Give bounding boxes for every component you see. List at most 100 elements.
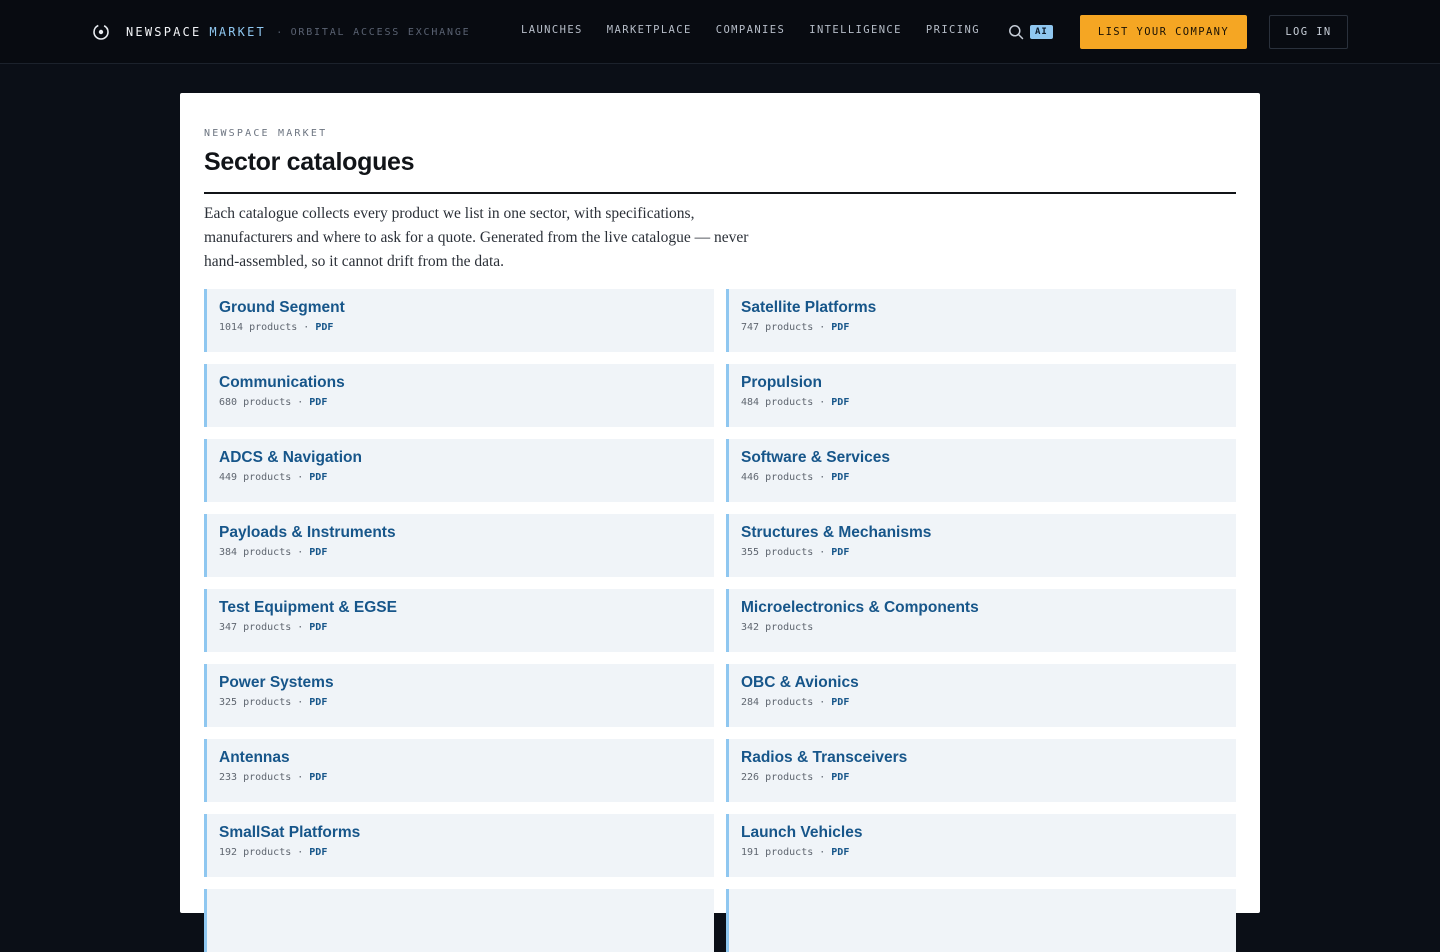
catalogue-meta: 192 products · PDF: [219, 847, 714, 858]
catalogue-title[interactable]: Power Systems: [219, 673, 714, 693]
main-nav: LAUNCHES MARKETPLACE COMPANIES INTELLIGE…: [521, 24, 1004, 36]
product-count: 1014 products: [219, 322, 298, 333]
nav-marketplace[interactable]: MARKETPLACE: [607, 24, 692, 36]
catalogue-card[interactable]: Communications 680 products · PDF: [204, 364, 714, 427]
catalogue-title[interactable]: Launch Vehicles: [741, 823, 1236, 843]
product-count: 342 products: [741, 622, 814, 633]
catalogue-title[interactable]: Ground Segment: [219, 298, 714, 318]
catalogue-meta: 347 products · PDF: [219, 622, 714, 633]
intro-text: Each catalogue collects every product we…: [204, 205, 749, 270]
pdf-link[interactable]: PDF: [831, 847, 849, 858]
catalogue-title[interactable]: Structures & Mechanisms: [741, 523, 1236, 543]
product-count: 747 products: [741, 322, 814, 333]
brand-separator: ·: [275, 25, 283, 39]
catalogue-title[interactable]: Test Equipment & EGSE: [219, 598, 714, 618]
brand-accent: MARKET: [209, 25, 266, 39]
meta-separator: ·: [819, 322, 826, 333]
catalogue-panel: NEWSPACE MARKET Sector catalogues Each c…: [180, 93, 1260, 952]
search-icon: [1009, 25, 1024, 40]
pdf-link[interactable]: PDF: [831, 547, 849, 558]
catalogue-meta: 191 products · PDF: [741, 847, 1236, 858]
pdf-link[interactable]: PDF: [309, 847, 327, 858]
catalogue-card[interactable]: Ground Segment 1014 products · PDF: [204, 289, 714, 352]
catalogue-title[interactable]: Antennas: [219, 748, 714, 768]
log-in-button[interactable]: LOG IN: [1269, 15, 1348, 49]
catalogue-meta: 233 products · PDF: [219, 772, 714, 783]
catalogue-title[interactable]: Payloads & Instruments: [219, 523, 714, 543]
meta-separator: ·: [297, 622, 304, 633]
catalogue-card[interactable]: Propulsion 484 products · PDF: [726, 364, 1236, 427]
list-your-company-button[interactable]: LIST YOUR COMPANY: [1080, 15, 1247, 49]
catalogue-card[interactable]: Software & Services 446 products · PDF: [726, 439, 1236, 502]
brand[interactable]: NEWSPACE MARKET · ORBITAL ACCESS EXCHANG…: [92, 22, 470, 42]
product-count: 191 products: [741, 847, 814, 858]
catalogue-meta: 384 products · PDF: [219, 547, 714, 558]
pdf-link[interactable]: PDF: [309, 547, 327, 558]
nav-pricing[interactable]: PRICING: [926, 24, 980, 36]
product-count: 325 products: [219, 697, 292, 708]
meta-separator: ·: [297, 772, 304, 783]
nav-intelligence[interactable]: INTELLIGENCE: [809, 24, 902, 36]
catalogue-card[interactable]: ADCS & Navigation 449 products · PDF: [204, 439, 714, 502]
orbit-logo-icon: [93, 24, 109, 40]
product-count: 233 products: [219, 772, 292, 783]
catalogue-meta: 355 products · PDF: [741, 547, 1236, 558]
catalogue-title[interactable]: Radios & Transceivers: [741, 748, 1236, 768]
meta-separator: ·: [303, 322, 310, 333]
ai-badge: AI: [1030, 25, 1053, 39]
catalogue-card[interactable]: Test Equipment & EGSE 347 products · PDF: [204, 589, 714, 652]
catalogue-title[interactable]: Microelectronics & Components: [741, 598, 1236, 618]
nav-companies[interactable]: COMPANIES: [716, 24, 786, 36]
catalogue-title[interactable]: Communications: [219, 373, 714, 393]
catalogue-card[interactable]: Structures & Mechanisms 355 products · PDF: [726, 514, 1236, 577]
meta-separator: ·: [819, 847, 826, 858]
meta-separator: ·: [819, 472, 826, 483]
eyebrow: NEWSPACE MARKET: [204, 128, 328, 139]
meta-separator: ·: [297, 397, 304, 408]
catalogue-title[interactable]: OBC & Avionics: [741, 673, 1236, 693]
nav-launches[interactable]: LAUNCHES: [521, 24, 583, 36]
catalogue-card[interactable]: [204, 889, 714, 952]
pdf-link[interactable]: PDF: [309, 622, 327, 633]
ai-search-button[interactable]: AI: [1008, 24, 1053, 40]
catalogue-meta: 446 products · PDF: [741, 472, 1236, 483]
pdf-link[interactable]: PDF: [309, 697, 327, 708]
meta-separator: ·: [819, 697, 826, 708]
catalogue-meta: 680 products · PDF: [219, 397, 714, 408]
catalogue-card[interactable]: SmallSat Platforms 192 products · PDF: [204, 814, 714, 877]
pdf-link[interactable]: PDF: [831, 397, 849, 408]
meta-separator: ·: [297, 847, 304, 858]
pdf-link[interactable]: PDF: [309, 472, 327, 483]
catalogue-title[interactable]: ADCS & Navigation: [219, 448, 714, 468]
meta-separator: ·: [819, 547, 826, 558]
pdf-link[interactable]: PDF: [831, 697, 849, 708]
catalogue-card[interactable]: Payloads & Instruments 384 products · PDF: [204, 514, 714, 577]
catalogue-card[interactable]: Satellite Platforms 747 products · PDF: [726, 289, 1236, 352]
catalogue-title[interactable]: SmallSat Platforms: [219, 823, 714, 843]
catalogue-card[interactable]: Power Systems 325 products · PDF: [204, 664, 714, 727]
pdf-link[interactable]: PDF: [309, 397, 327, 408]
pdf-link[interactable]: PDF: [831, 322, 849, 333]
catalogue-card[interactable]: Launch Vehicles 191 products · PDF: [726, 814, 1236, 877]
catalogue-meta: 325 products · PDF: [219, 697, 714, 708]
catalogue-card[interactable]: Antennas 233 products · PDF: [204, 739, 714, 802]
product-count: 484 products: [741, 397, 814, 408]
catalogue-card[interactable]: Radios & Transceivers 226 products · PDF: [726, 739, 1236, 802]
pdf-link[interactable]: PDF: [831, 472, 849, 483]
catalogue-card[interactable]: Microelectronics & Components 342 produc…: [726, 589, 1236, 652]
meta-separator: ·: [297, 472, 304, 483]
catalogue-card[interactable]: [726, 889, 1236, 952]
catalogue-title[interactable]: Propulsion: [741, 373, 1236, 393]
product-count: 680 products: [219, 397, 292, 408]
catalogue-title[interactable]: Software & Services: [741, 448, 1236, 468]
product-count: 226 products: [741, 772, 814, 783]
pdf-link[interactable]: PDF: [831, 772, 849, 783]
product-count: 355 products: [741, 547, 814, 558]
product-count: 284 products: [741, 697, 814, 708]
product-count: 347 products: [219, 622, 292, 633]
pdf-link[interactable]: PDF: [315, 322, 333, 333]
catalogue-title[interactable]: Satellite Platforms: [741, 298, 1236, 318]
brand-tagline: ORBITAL ACCESS EXCHANGE: [290, 26, 471, 38]
pdf-link[interactable]: PDF: [309, 772, 327, 783]
catalogue-card[interactable]: OBC & Avionics 284 products · PDF: [726, 664, 1236, 727]
